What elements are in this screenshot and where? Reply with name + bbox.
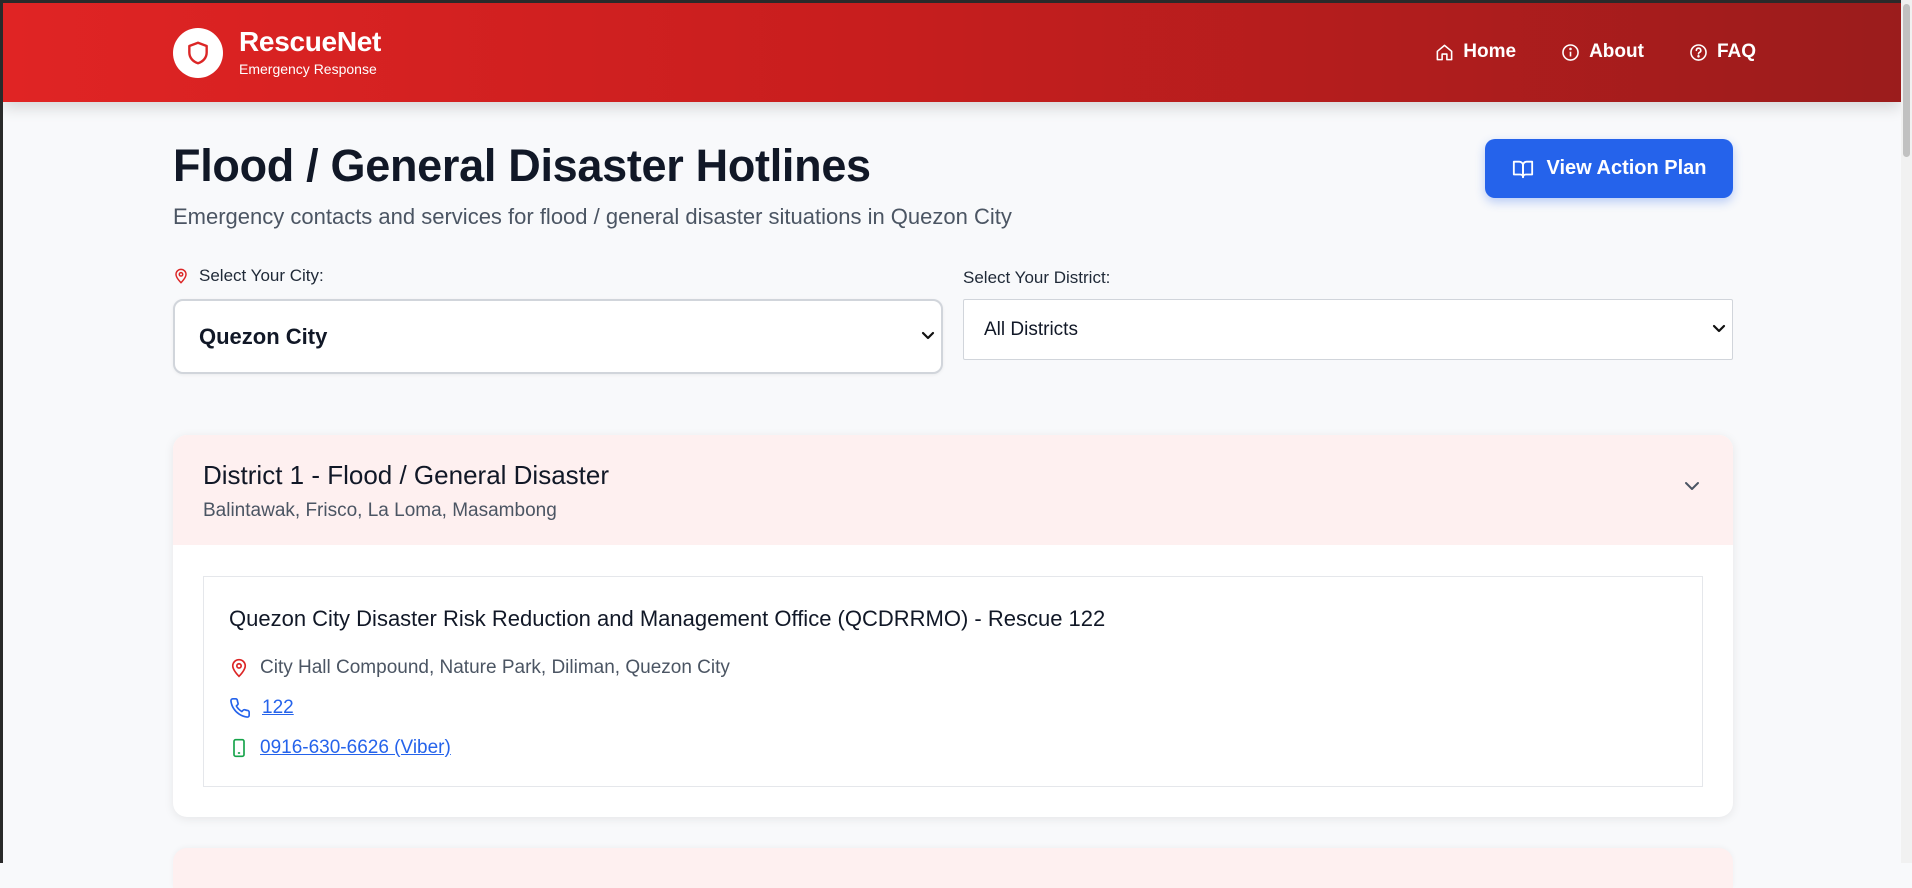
map-pin-icon <box>231 658 247 678</box>
contact-mobile-link[interactable]: 0916-630-6626 (Viber) <box>260 737 451 759</box>
nav-about[interactable]: About <box>1561 41 1644 63</box>
city-label-text: Select Your City: <box>199 266 324 285</box>
info-icon <box>1562 43 1579 61</box>
nav-faq[interactable]: FAQ <box>1689 41 1756 63</box>
contact-address: City Hall Compound, Nature Park, Diliman… <box>260 657 730 678</box>
window-frame-left <box>0 0 3 863</box>
main-nav: Home About FAQ <box>1390 41 1756 63</box>
nav-about-label: About <box>1589 41 1644 62</box>
nav-home[interactable]: Home <box>1435 41 1516 63</box>
district-label: Select Your District: <box>963 268 1111 287</box>
home-icon <box>1436 44 1453 60</box>
page-title: Flood / General Disaster Hotlines <box>173 140 871 191</box>
brand-tagline: Emergency Response <box>239 61 377 77</box>
page-subtitle: Emergency contacts and services for floo… <box>173 204 1012 229</box>
next-district-card-header[interactable] <box>173 848 1733 888</box>
nav-home-label: Home <box>1463 41 1517 62</box>
district-card-header[interactable]: District 1 - Flood / General Disaster Ba… <box>173 435 1733 545</box>
district-card-title: District 1 - Flood / General Disaster <box>203 460 610 490</box>
map-pin-icon <box>175 268 187 284</box>
contact-card: Quezon City Disaster Risk Reduction and … <box>203 576 1703 787</box>
city-select[interactable]: Quezon City <box>173 299 943 374</box>
phone-icon <box>230 698 250 718</box>
scrollbar-thumb[interactable] <box>1903 4 1910 157</box>
page-scrollbar[interactable] <box>1901 0 1912 863</box>
shield-icon <box>173 27 223 78</box>
top-navbar: RescueNet Emergency Response Home About … <box>3 3 1901 102</box>
chevron-down-icon[interactable] <box>1683 480 1701 492</box>
nav-faq-label: FAQ <box>1716 41 1756 62</box>
contact-mobile-row: 0916-630-6626 (Viber) <box>229 737 451 759</box>
book-open-icon <box>1513 160 1534 178</box>
contact-address-row: City Hall Compound, Nature Park, Diliman… <box>229 657 730 679</box>
brand-logo[interactable]: RescueNet Emergency Response <box>173 27 381 78</box>
view-action-plan-button[interactable]: View Action Plan <box>1485 139 1733 198</box>
district-barangays: Balintawak, Frisco, La Loma, Masambong <box>203 500 557 521</box>
brand-name: RescueNet <box>239 26 382 57</box>
help-circle-icon <box>1690 43 1707 61</box>
view-action-plan-label: View Action Plan <box>1546 157 1707 179</box>
district-select[interactable]: All Districts <box>963 299 1733 360</box>
window-frame-top <box>0 0 1912 3</box>
city-label: Select Your City: <box>173 266 324 286</box>
contact-phone-row: 122 <box>229 697 294 719</box>
smartphone-icon <box>233 738 245 758</box>
contact-name: Quezon City Disaster Risk Reduction and … <box>229 606 1106 631</box>
district-card: District 1 - Flood / General Disaster Ba… <box>173 435 1733 817</box>
contact-phone-link[interactable]: 122 <box>262 697 294 719</box>
